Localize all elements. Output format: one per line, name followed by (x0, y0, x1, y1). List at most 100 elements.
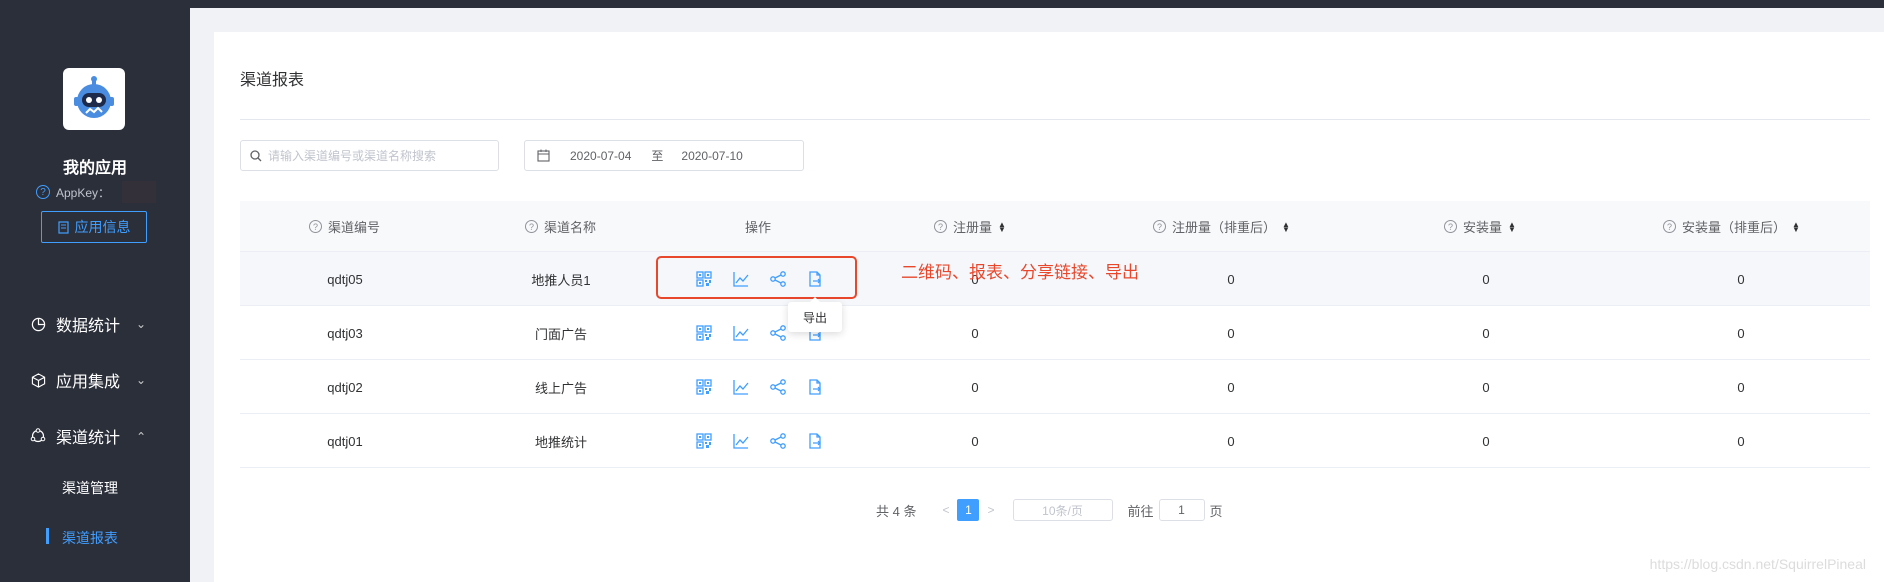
cell-channel-name: 门面广告 (534, 326, 588, 342)
line-chart-icon[interactable] (732, 378, 750, 396)
date-range-picker[interactable]: 2020-07-04 至 2020-07-10 (524, 140, 804, 171)
cell-channel-code: qdtj01 (327, 433, 363, 449)
next-page-icon[interactable]: > (987, 503, 994, 517)
table-row: qdtj03 门面广告 0 0 0 0 (240, 306, 1870, 360)
cell-registrations-dedup: 0 (1227, 271, 1235, 287)
cell-registrations: 0 (971, 325, 979, 341)
header-installs-dedup[interactable]: ? 安装量（排重后） ▲ ▼ (1663, 201, 1800, 252)
top-bar (0, 0, 1884, 8)
sidebar: 我的应用 ? AppKey： 应用信息 数据统计 ⌄ 应用集成 ⌄ 渠道统计 ⌄… (0, 0, 190, 582)
appkey-value (122, 181, 157, 203)
chevron-down-icon: ⌄ (136, 317, 147, 331)
header-registrations[interactable]: ? 注册量 ▲ ▼ (934, 201, 1006, 252)
menu-item-channel-stats[interactable]: 渠道统计 ⌄ (30, 424, 146, 448)
qrcode-icon[interactable] (695, 378, 713, 396)
help-icon[interactable]: ? (934, 220, 947, 233)
goto-label: 前往 (1127, 503, 1154, 519)
menu-item-app-integration[interactable]: 应用集成 ⌄ (30, 368, 146, 392)
chevron-down-icon: ⌄ (136, 373, 147, 387)
app-info-label: 应用信息 (74, 219, 131, 235)
search-box[interactable] (240, 140, 499, 171)
export-icon[interactable] (806, 378, 824, 396)
app-info-button[interactable]: 应用信息 (41, 211, 147, 243)
end-date[interactable]: 2020-07-10 (681, 149, 742, 163)
sort-icon[interactable]: ▲ ▼ (1508, 220, 1516, 233)
help-icon[interactable]: ? (1444, 220, 1457, 233)
sort-icon[interactable]: ▲ ▼ (1792, 220, 1800, 233)
range-separator: 至 (651, 149, 664, 163)
help-icon[interactable]: ? (1663, 220, 1676, 233)
row-actions (695, 414, 824, 468)
goto-page-input[interactable]: 1 (1158, 499, 1205, 521)
cell-installs: 0 (1482, 379, 1490, 395)
qrcode-icon[interactable] (695, 324, 713, 342)
cell-installs-dedup: 0 (1737, 433, 1745, 449)
cell-installs: 0 (1482, 325, 1490, 341)
cell-registrations-dedup: 0 (1227, 433, 1235, 449)
header-channel-code: ? 渠道编号 (309, 201, 380, 252)
help-icon[interactable]: ? (525, 220, 538, 233)
header-label: 注册量 (953, 220, 993, 235)
qrcode-icon[interactable] (695, 432, 713, 450)
cell-installs-dedup: 0 (1737, 271, 1745, 287)
header-channel-name: ? 渠道名称 (525, 201, 596, 252)
cell-registrations-dedup: 0 (1227, 379, 1235, 395)
line-chart-icon[interactable] (732, 324, 750, 342)
pagination: 共 4 条 < 1 > 10条/页 前往 1 页 (876, 499, 1223, 521)
export-icon[interactable] (806, 432, 824, 450)
header-label: 安装量（排重后） (1682, 220, 1787, 235)
cell-installs: 0 (1482, 271, 1490, 287)
start-date[interactable]: 2020-07-04 (570, 149, 631, 163)
cell-channel-name: 地推统计 (534, 434, 588, 450)
header-label: 安装量 (1463, 220, 1503, 235)
page-number[interactable]: 1 (957, 499, 980, 521)
header-registrations-dedup[interactable]: ? 注册量（排重后） ▲ ▼ (1153, 201, 1290, 252)
share-icon[interactable] (769, 378, 787, 396)
share-icon[interactable] (769, 324, 787, 342)
sort-icon[interactable]: ▲ ▼ (1282, 220, 1290, 233)
menu-label: 数据统计 (56, 318, 121, 335)
table-row: qdtj01 地推统计 0 0 0 0 (240, 414, 1870, 468)
pie-chart-icon (30, 316, 46, 332)
total-count: 共 4 条 (876, 503, 917, 519)
cell-channel-code: qdtj02 (327, 379, 363, 395)
cell-installs-dedup: 0 (1737, 325, 1745, 341)
cell-registrations: 0 (971, 379, 979, 395)
page-suffix: 页 (1209, 503, 1223, 519)
search-input[interactable] (268, 148, 488, 163)
help-icon[interactable]: ? (36, 185, 50, 199)
cell-registrations: 0 (971, 433, 979, 449)
cell-registrations-dedup: 0 (1227, 325, 1235, 341)
divider (240, 119, 1870, 120)
app-logo (63, 68, 125, 130)
appkey-label: AppKey： (56, 185, 111, 200)
export-tooltip: 导出 (788, 297, 842, 332)
submenu-channel-report[interactable]: 渠道报表 (62, 528, 118, 548)
menu-label: 渠道统计 (56, 430, 121, 447)
header-label: 渠道名称 (544, 220, 597, 235)
appkey-row: ? AppKey： (36, 181, 157, 203)
share-nodes-icon (30, 428, 46, 444)
header-label: 注册量（排重后） (1172, 220, 1277, 235)
submenu-channel-management[interactable]: 渠道管理 (62, 478, 118, 498)
page-size-select[interactable]: 10条/页 (1012, 499, 1113, 521)
watermark: https://blog.csdn.net/SquirrelPineal (1649, 556, 1866, 572)
help-icon[interactable]: ? (309, 220, 322, 233)
header-label: 渠道编号 (328, 220, 381, 235)
sort-icon[interactable]: ▲ ▼ (998, 220, 1006, 233)
calendar-icon (537, 149, 550, 162)
header-installs[interactable]: ? 安装量 ▲ ▼ (1444, 201, 1516, 252)
help-icon[interactable]: ? (1153, 220, 1166, 233)
menu-item-data-stats[interactable]: 数据统计 ⌄ (30, 312, 146, 336)
line-chart-icon[interactable] (732, 432, 750, 450)
cell-installs-dedup: 0 (1737, 379, 1745, 395)
cube-icon (30, 372, 46, 388)
chevron-up-icon: ⌄ (136, 429, 147, 443)
share-icon[interactable] (769, 432, 787, 450)
active-indicator (46, 528, 49, 544)
cell-channel-code: qdtj05 (327, 271, 363, 287)
prev-page-icon[interactable]: < (942, 503, 949, 517)
cell-channel-name: 地推人员1 (531, 272, 591, 288)
annotation-box (656, 256, 857, 299)
cell-channel-code: qdtj03 (327, 325, 363, 341)
